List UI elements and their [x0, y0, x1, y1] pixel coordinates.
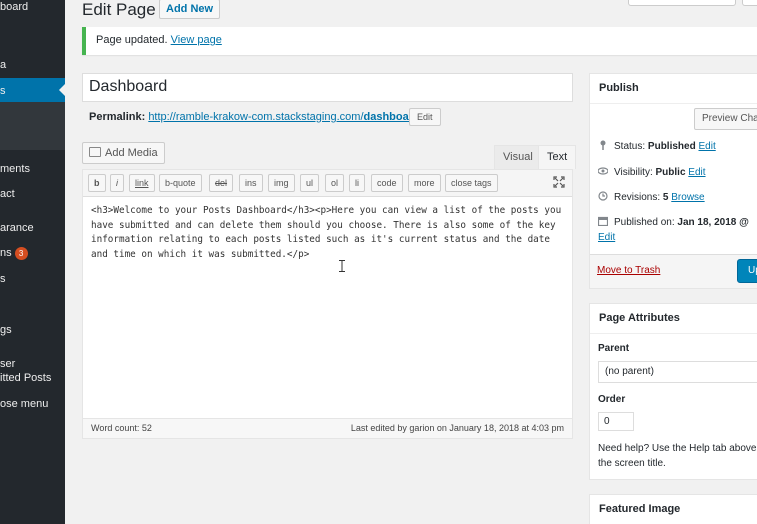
screen-options-tab[interactable]: [628, 0, 736, 6]
qt-code-button[interactable]: code: [371, 174, 403, 192]
view-page-link[interactable]: View page: [171, 34, 222, 46]
published-edit-row: Edit: [598, 231, 615, 244]
status-row: Status: Published Edit: [598, 140, 716, 153]
published-label: Published on:: [614, 217, 675, 228]
tab-text[interactable]: Text: [538, 145, 577, 169]
word-count: Word count: 52: [91, 423, 152, 433]
notice-text: Page updated.: [96, 34, 168, 46]
sidebar-item-appearance[interactable]: arance: [0, 221, 34, 235]
qt-img-button[interactable]: img: [268, 174, 295, 192]
admin-sidebar: board a s ments act arance ns 3 s gs ser …: [0, 0, 65, 524]
permalink-label: Permalink:: [89, 111, 146, 123]
qt-ol-button[interactable]: ol: [325, 174, 345, 192]
add-new-button[interactable]: Add New: [159, 0, 221, 19]
page-attributes-box: Page Attributes Parent (no parent) Order…: [589, 303, 757, 480]
page-updated-notice: Page updated. View page: [82, 27, 757, 55]
order-label: Order: [598, 394, 626, 405]
qt-del-button[interactable]: del: [209, 174, 234, 192]
featured-image-box: Featured Image: [589, 494, 757, 524]
move-to-trash-link[interactable]: Move to Trash: [597, 265, 660, 276]
add-media-label: Add Media: [105, 147, 158, 159]
revisions-value: 5: [662, 192, 669, 203]
edit-date-link[interactable]: Edit: [598, 232, 615, 243]
sidebar-item-contact[interactable]: act: [0, 187, 15, 201]
qt-li-button[interactable]: li: [349, 174, 365, 192]
help-text: Need help? Use the Help tab above the sc…: [598, 443, 757, 469]
pin-icon: [600, 140, 606, 150]
visibility-row: Visibility: Public Edit: [598, 166, 706, 179]
published-value: Jan 18, 2018 @: [677, 217, 749, 228]
qt-bquote-button[interactable]: b-quote: [159, 174, 202, 192]
editor-content-textarea[interactable]: <h3>Welcome to your Posts Dashboard</h3>…: [91, 204, 569, 262]
visibility-label: Visibility:: [614, 167, 653, 178]
help-tab[interactable]: [742, 0, 757, 6]
tab-visual[interactable]: Visual: [494, 145, 542, 169]
qt-ul-button[interactable]: ul: [300, 174, 320, 192]
revisions-row: Revisions: 5 Browse: [598, 191, 705, 204]
page-attributes-title: Page Attributes: [590, 304, 757, 334]
preview-changes-button[interactable]: Preview Cha: [694, 108, 757, 130]
update-button[interactable]: Up: [737, 259, 757, 283]
parent-label: Parent: [598, 343, 630, 354]
qt-close-tags-button[interactable]: close tags: [445, 174, 498, 192]
parent-select[interactable]: (no parent): [598, 361, 757, 383]
sidebar-item-plugins[interactable]: ns 3: [0, 246, 28, 260]
qt-bold-button[interactable]: b: [88, 174, 106, 192]
sidebar-submenu: [0, 102, 65, 150]
browse-revisions-link[interactable]: Browse: [671, 192, 704, 203]
history-icon: [598, 191, 608, 201]
sidebar-active-highlight: [0, 78, 65, 102]
sidebar-item-settings[interactable]: gs: [0, 323, 12, 337]
text-cursor-icon: [339, 260, 345, 272]
permalink-base: http://ramble-krakow-com.stackstaging.co…: [148, 111, 364, 123]
sidebar-item-collapse-menu[interactable]: ose menu: [0, 397, 48, 411]
revisions-label: Revisions:: [614, 192, 661, 203]
text-editor: b i link b-quote del ins img ul ol li co…: [82, 169, 573, 439]
sidebar-active-arrow: [59, 84, 65, 96]
sidebar-item-user-label[interactable]: ser: [0, 357, 15, 371]
quicktags-toolbar: b i link b-quote del ins img ul ol li co…: [83, 170, 572, 197]
publish-actions: Move to Trash Up: [590, 254, 757, 288]
publish-box-title: Publish: [590, 74, 757, 104]
published-on-row: Published on: Jan 18, 2018 @: [598, 216, 749, 229]
qt-ins-button[interactable]: ins: [239, 174, 263, 192]
editor-status-bar: Word count: 52 Last edited by garion on …: [83, 418, 572, 438]
qt-italic-button[interactable]: i: [110, 174, 124, 192]
sidebar-item-users[interactable]: s: [0, 272, 6, 286]
eye-icon: [598, 167, 608, 175]
add-media-button[interactable]: Add Media: [82, 142, 165, 164]
last-edited-info: Last edited by garion on January 18, 201…: [350, 423, 564, 433]
edit-permalink-button[interactable]: Edit: [409, 108, 441, 126]
sidebar-item-comments[interactable]: ments: [0, 162, 30, 176]
order-input[interactable]: 0: [598, 412, 634, 431]
permalink-row: Permalink: http://ramble-krakow-com.stac…: [89, 111, 423, 124]
sidebar-item-label: ns: [0, 247, 12, 259]
permalink-link[interactable]: http://ramble-krakow-com.stackstaging.co…: [148, 111, 422, 123]
media-icon: [89, 147, 101, 157]
update-count-badge: 3: [14, 246, 28, 260]
fullscreen-icon[interactable]: [553, 176, 565, 188]
edit-status-link[interactable]: Edit: [699, 141, 716, 152]
status-label: Status:: [614, 141, 646, 152]
qt-link-button[interactable]: link: [129, 174, 155, 192]
qt-more-button[interactable]: more: [408, 174, 441, 192]
sidebar-item-pages[interactable]: s: [0, 84, 6, 98]
sidebar-item-media[interactable]: a: [0, 58, 6, 72]
visibility-value: Public: [655, 167, 686, 178]
sidebar-item-dashboard[interactable]: board: [0, 0, 28, 14]
sidebar-item-submitted-posts[interactable]: itted Posts: [0, 371, 51, 385]
calendar-icon: [598, 216, 608, 226]
featured-image-title: Featured Image: [590, 495, 757, 524]
page-title: Edit Page: [82, 0, 156, 19]
post-title-input[interactable]: Dashboard: [82, 73, 573, 102]
status-value: Published: [647, 141, 696, 152]
edit-visibility-link[interactable]: Edit: [688, 167, 705, 178]
publish-box: Publish Preview Cha Status: Published Ed…: [589, 73, 757, 289]
